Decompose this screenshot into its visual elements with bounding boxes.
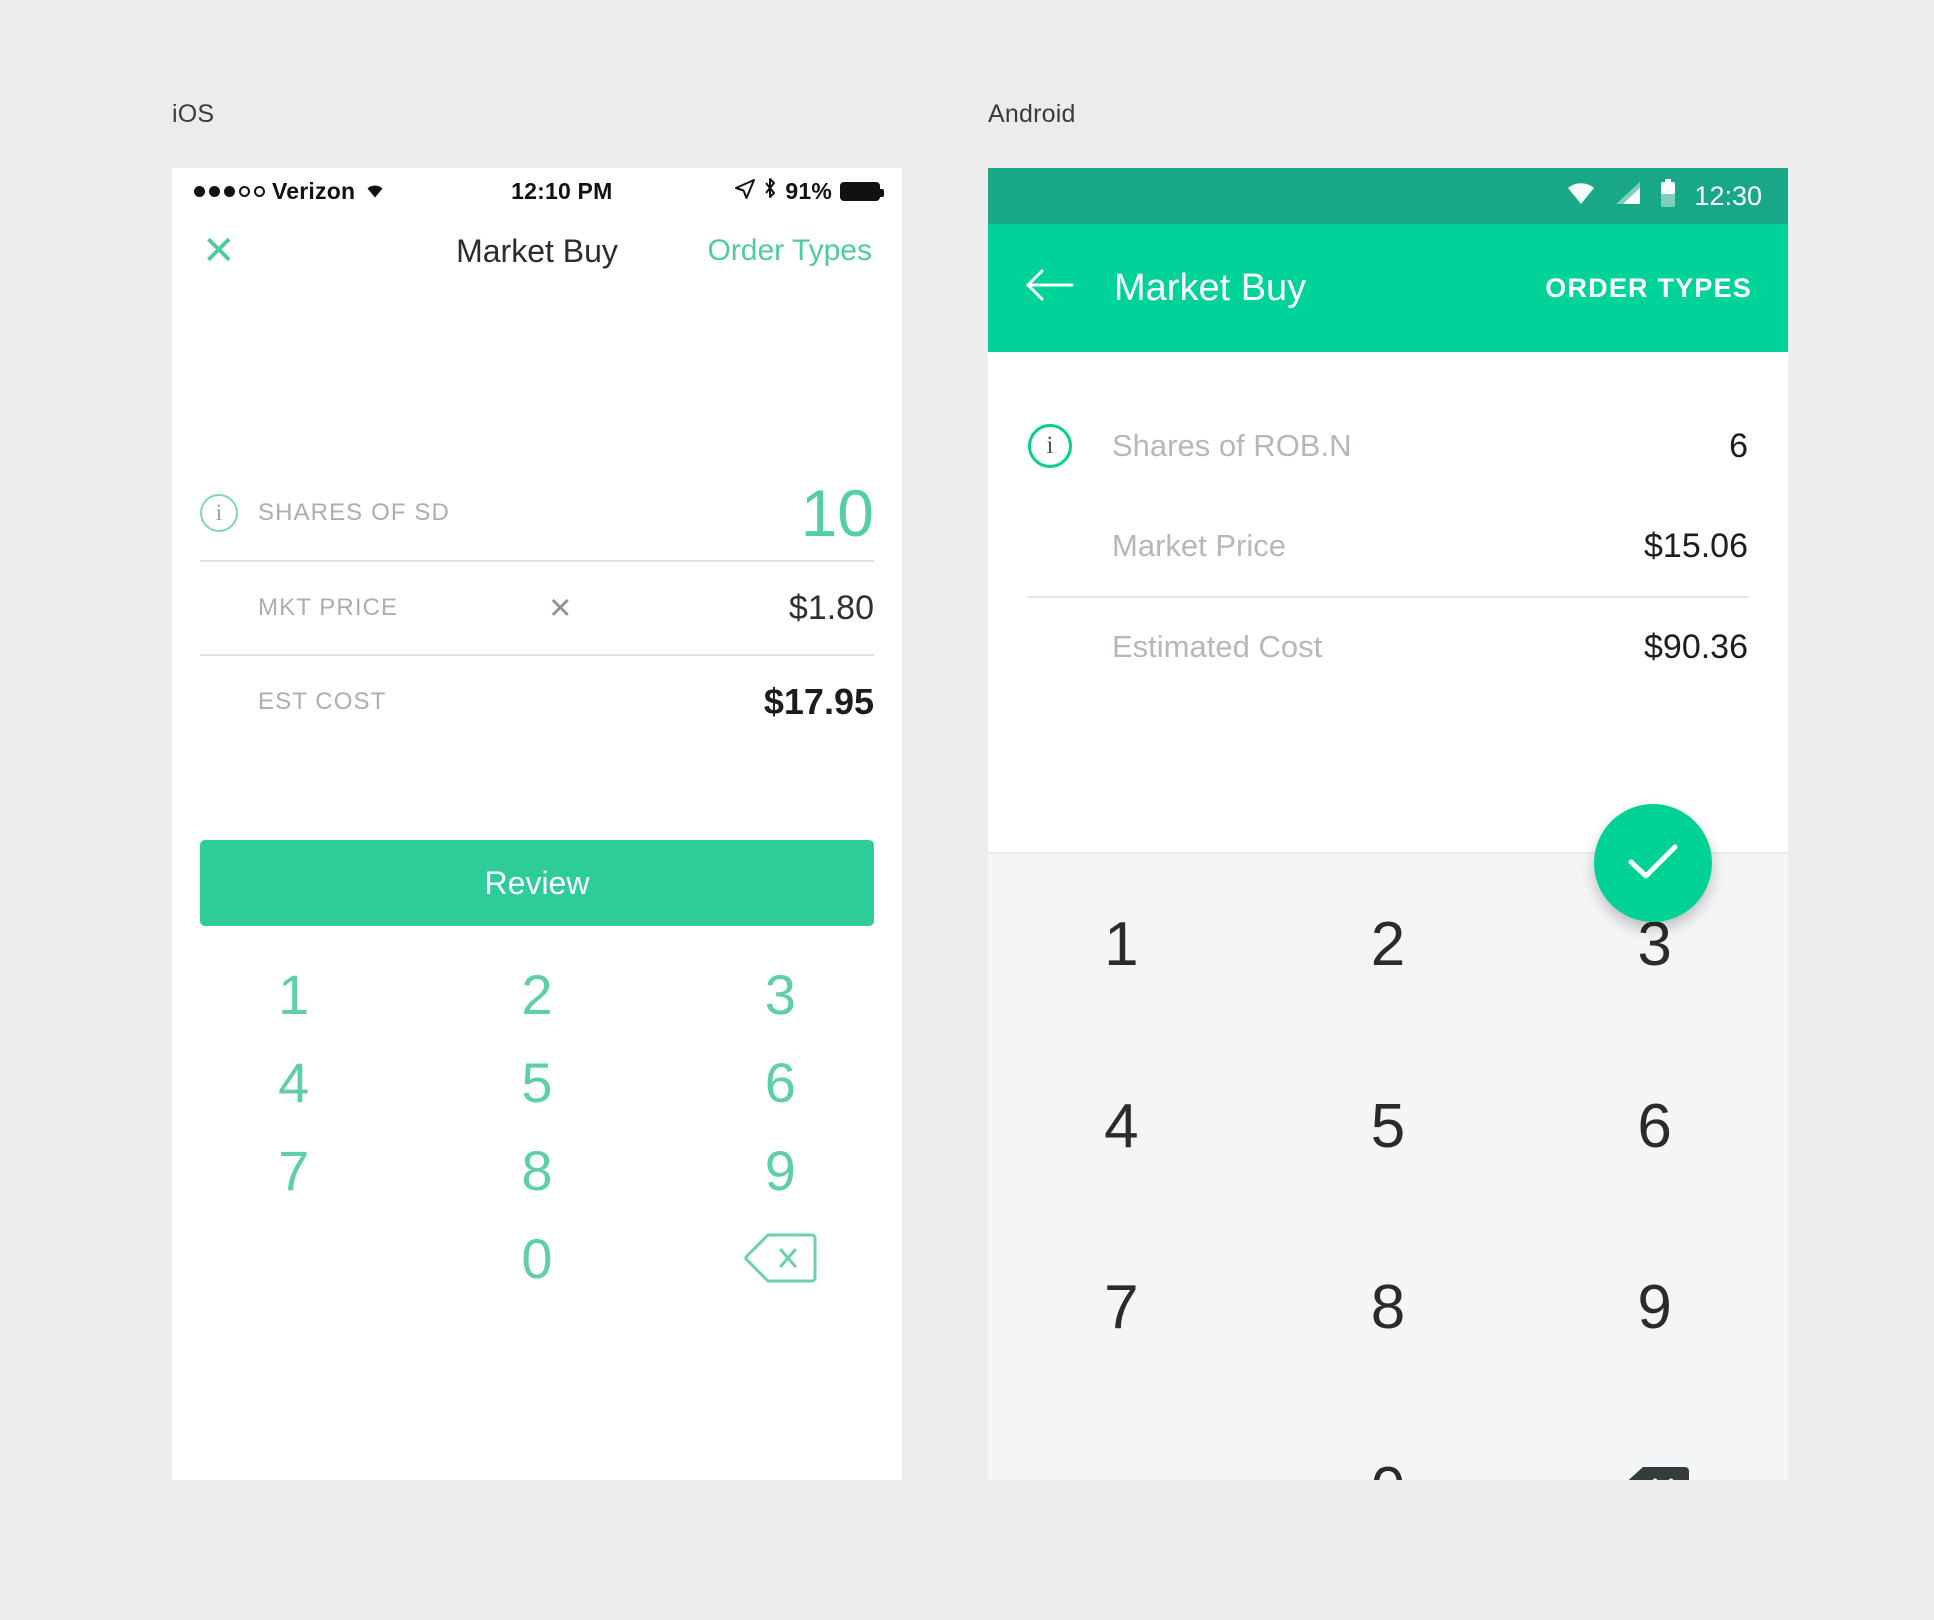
battery-full-icon	[840, 181, 884, 201]
android-shares-value: 6	[1729, 426, 1748, 465]
android-key-9[interactable]: 9	[1521, 1217, 1788, 1399]
confirm-fab-button[interactable]	[1594, 804, 1712, 922]
android-caption: Android	[988, 100, 1076, 128]
ios-key-4[interactable]: 4	[172, 1038, 415, 1126]
android-market-price-value: $15.06	[1644, 526, 1748, 565]
android-est-cost-value: $90.36	[1644, 627, 1748, 666]
ios-key-7[interactable]: 7	[172, 1126, 415, 1214]
comparison-stage: iOS Android Verizon 12:10 PM 91% ✕ Marke…	[0, 0, 1934, 1620]
android-key-8[interactable]: 8	[1255, 1217, 1522, 1399]
android-app-bar: Market Buy ORDER TYPES	[988, 224, 1788, 352]
android-shares-label: Shares of ROB.N	[1112, 428, 1352, 463]
ios-market-price-row: MKT PRICE ✕ $1.80	[200, 560, 874, 654]
android-est-cost-row: Estimated Cost $90.36	[1028, 596, 1748, 696]
android-key-5[interactable]: 5	[1255, 1036, 1522, 1218]
android-status-bar: 12:30	[988, 168, 1788, 224]
ios-status-left: Verizon	[194, 178, 388, 205]
ios-est-cost-row: EST COST $17.95	[200, 654, 874, 748]
ios-key-8[interactable]: 8	[415, 1126, 658, 1214]
ios-key-blank	[172, 1214, 415, 1302]
android-order-form: i Shares of ROB.N 6 Market Price $15.06 …	[988, 396, 1788, 922]
close-icon[interactable]: ✕	[202, 231, 236, 271]
ios-order-form: i SHARES OF SD 10 MKT PRICE ✕ $1.80 EST …	[172, 466, 902, 748]
ios-key-9[interactable]: 9	[659, 1126, 902, 1214]
ios-nav-bar: ✕ Market Buy Order Types	[172, 214, 902, 288]
ios-key-0[interactable]: 0	[415, 1214, 658, 1302]
android-numeric-keypad: 1 2 3 4 5 6 7 8 9 . 0	[988, 852, 1788, 1480]
android-key-decimal[interactable]: .	[988, 1399, 1255, 1480]
android-page-title: Market Buy	[1114, 266, 1307, 309]
ios-status-right: 91%	[735, 177, 884, 205]
android-market-price-row: Market Price $15.06	[1028, 496, 1748, 596]
multiply-icon: ✕	[548, 592, 573, 625]
android-key-7[interactable]: 7	[988, 1217, 1255, 1399]
wifi-icon	[362, 178, 388, 205]
check-icon	[1625, 840, 1681, 887]
backspace-filled-icon[interactable]	[1521, 1399, 1788, 1480]
signal-strength-dots-icon	[194, 185, 265, 197]
cell-signal-icon	[1612, 180, 1642, 213]
ios-status-bar: Verizon 12:10 PM 91%	[172, 168, 902, 214]
ios-numeric-keypad: 1 2 3 4 5 6 7 8 9 0	[172, 950, 902, 1302]
android-est-cost-label: Estimated Cost	[1112, 629, 1323, 664]
ios-market-price-value: $1.80	[788, 588, 874, 627]
bluetooth-icon	[763, 177, 777, 205]
android-key-2[interactable]: 2	[1255, 854, 1522, 1036]
ios-phone-screen: Verizon 12:10 PM 91% ✕ Market Buy Order	[172, 168, 902, 1480]
android-phone-screen: 12:30 Market Buy ORDER TYPES i Shares of…	[988, 168, 1788, 1480]
ios-key-5[interactable]: 5	[415, 1038, 658, 1126]
android-order-types-button[interactable]: ORDER TYPES	[1545, 273, 1752, 304]
wifi-icon	[1566, 180, 1596, 213]
android-key-1[interactable]: 1	[988, 854, 1255, 1036]
ios-key-6[interactable]: 6	[659, 1038, 902, 1126]
android-key-4[interactable]: 4	[988, 1036, 1255, 1218]
ios-shares-label: SHARES OF SD	[258, 499, 450, 526]
ios-key-3[interactable]: 3	[659, 950, 902, 1038]
backspace-outline-icon[interactable]	[659, 1214, 902, 1302]
battery-icon	[1658, 178, 1678, 215]
ios-clock: 12:10 PM	[511, 177, 613, 204]
location-arrow-icon	[735, 178, 756, 205]
info-icon[interactable]: i	[1028, 424, 1072, 468]
ios-shares-row[interactable]: i SHARES OF SD 10	[200, 466, 874, 560]
review-button[interactable]: Review	[200, 840, 874, 926]
ios-key-1[interactable]: 1	[172, 950, 415, 1038]
ios-est-cost-value: $17.95	[763, 681, 874, 722]
ios-order-types-button[interactable]: Order Types	[707, 234, 872, 268]
ios-est-cost-label: EST COST	[258, 688, 387, 715]
android-clock: 12:30	[1694, 180, 1762, 211]
ios-shares-value: 10	[800, 476, 874, 550]
ios-market-price-label: MKT PRICE	[258, 594, 399, 621]
android-shares-row[interactable]: i Shares of ROB.N 6	[1028, 396, 1748, 496]
ios-review-area: Review	[172, 840, 902, 926]
ios-caption: iOS	[172, 100, 215, 128]
android-key-6[interactable]: 6	[1521, 1036, 1788, 1218]
carrier-label: Verizon	[272, 177, 356, 204]
android-key-0[interactable]: 0	[1255, 1399, 1522, 1480]
info-icon[interactable]: i	[200, 494, 238, 532]
back-arrow-icon[interactable]	[1024, 266, 1074, 310]
battery-percent-label: 91%	[785, 177, 832, 204]
ios-key-2[interactable]: 2	[415, 950, 658, 1038]
android-market-price-label: Market Price	[1112, 528, 1286, 563]
